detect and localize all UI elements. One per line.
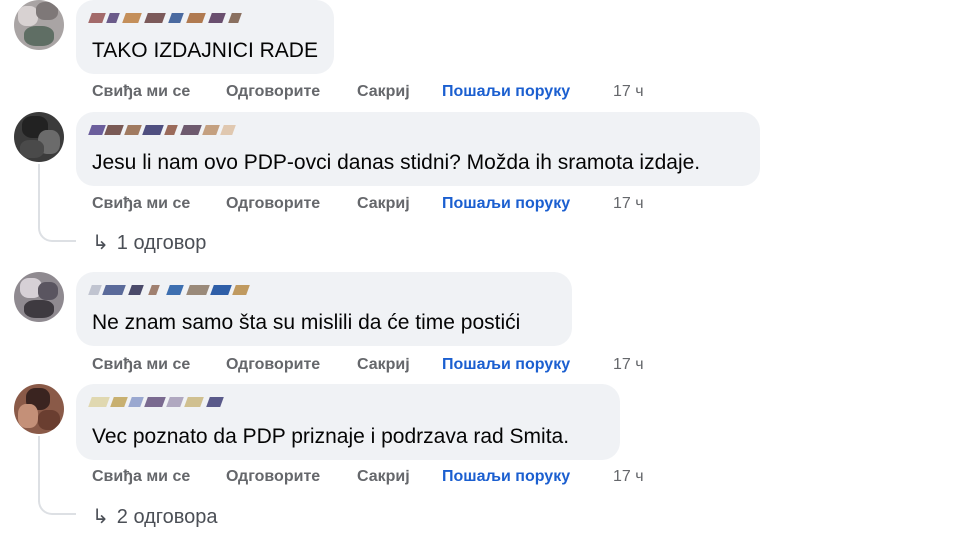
comment-text: Vec poznato da PDP priznaje i podrzava r… xyxy=(92,425,570,448)
replies-count[interactable]: 2 одговора xyxy=(117,506,218,528)
reply-button[interactable]: Одговорите xyxy=(226,83,320,101)
avatar[interactable] xyxy=(14,112,64,162)
avatar[interactable] xyxy=(14,0,64,50)
comment-bubble: Ne znam samo šta su mislili da će time p… xyxy=(76,272,572,346)
hide-button[interactable]: Сакриј xyxy=(357,356,410,374)
reply-arrow-icon: ↳ xyxy=(92,232,109,254)
timestamp[interactable]: 17 ч xyxy=(613,356,644,374)
view-replies-link[interactable]: ↳ 1 одговор xyxy=(92,230,206,255)
hide-button[interactable]: Сакриј xyxy=(357,468,410,486)
hide-button[interactable]: Сакриј xyxy=(357,195,410,213)
view-replies-link[interactable]: ↳ 2 одговора xyxy=(92,504,218,529)
timestamp[interactable]: 17 ч xyxy=(613,468,644,486)
author-name-redacted[interactable] xyxy=(88,122,290,138)
reply-button[interactable]: Одговорите xyxy=(226,356,320,374)
comment-bubble: TAKO IZDAJNICI RADE xyxy=(76,0,334,74)
comment-bubble: Vec poznato da PDP priznaje i podrzava r… xyxy=(76,384,620,460)
thread-connector xyxy=(38,226,76,242)
send-message-button[interactable]: Пошаљи поруку xyxy=(442,468,570,486)
avatar[interactable] xyxy=(14,384,64,434)
reply-button[interactable]: Одговорите xyxy=(226,468,320,486)
hide-button[interactable]: Сакриј xyxy=(357,83,410,101)
timestamp[interactable]: 17 ч xyxy=(613,83,644,101)
like-button[interactable]: Свиђа ми се xyxy=(92,468,190,486)
thread-connector xyxy=(38,499,76,515)
author-name-redacted[interactable] xyxy=(88,394,290,410)
timestamp[interactable]: 17 ч xyxy=(613,195,644,213)
send-message-button[interactable]: Пошаљи поруку xyxy=(442,195,570,213)
like-button[interactable]: Свиђа ми се xyxy=(92,83,190,101)
like-button[interactable]: Свиђа ми се xyxy=(92,356,190,374)
send-message-button[interactable]: Пошаљи поруку xyxy=(442,356,570,374)
thread-line xyxy=(38,436,40,502)
author-name-redacted[interactable] xyxy=(88,10,290,26)
comment-text: Jesu li nam ovo PDP-ovci danas stidni? M… xyxy=(92,151,701,174)
replies-count[interactable]: 1 одговор xyxy=(117,232,207,254)
author-name-redacted[interactable] xyxy=(88,282,290,298)
like-button[interactable]: Свиђа ми се xyxy=(92,195,190,213)
send-message-button[interactable]: Пошаљи поруку xyxy=(442,83,570,101)
comment-text: Ne znam samo šta su mislili da će time p… xyxy=(92,311,521,334)
thread-line xyxy=(38,164,40,228)
reply-arrow-icon: ↳ xyxy=(92,506,109,528)
comment-text: TAKO IZDAJNICI RADE xyxy=(92,39,318,62)
avatar[interactable] xyxy=(14,272,64,322)
comment-bubble: Jesu li nam ovo PDP-ovci danas stidni? M… xyxy=(76,112,760,186)
reply-button[interactable]: Одговорите xyxy=(226,195,320,213)
